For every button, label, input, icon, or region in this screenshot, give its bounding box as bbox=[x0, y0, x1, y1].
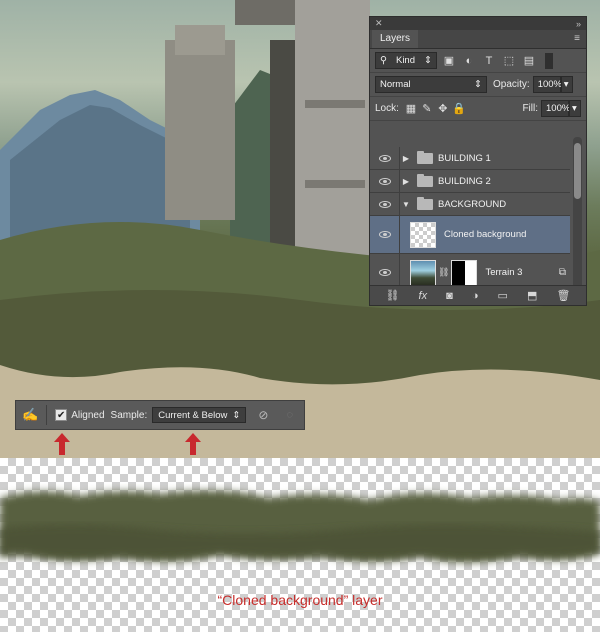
new-layer-icon[interactable]: ⬒ bbox=[527, 289, 537, 302]
tab-layers[interactable]: Layers bbox=[372, 30, 419, 48]
type-filter-icon[interactable]: T bbox=[481, 53, 497, 69]
aligned-label: Aligned bbox=[71, 409, 105, 421]
adjustment-filter-icon[interactable]: ◐ bbox=[461, 53, 477, 69]
search-icon: ⚲ bbox=[380, 55, 387, 66]
panel-footer: ⛓ fx ◙ ◑ ▭ ⬒ 🗑 bbox=[370, 285, 586, 305]
eye-icon bbox=[378, 231, 391, 238]
layer-name: BUILDING 2 bbox=[438, 175, 491, 187]
blend-mode-select[interactable]: Normal ⇕ bbox=[375, 76, 487, 93]
filter-row: ⚲ Kind ⇕ ▣ ◐ T ⬚ ▤ bbox=[370, 49, 586, 73]
layers-list: ▶ BUILDING 1 ▶ BUILDING 2 ▼ BACKGROUND C… bbox=[370, 147, 570, 294]
visibility-toggle[interactable] bbox=[370, 147, 400, 169]
layer-thumbnail bbox=[410, 259, 436, 286]
fill-label: Fill: bbox=[522, 103, 538, 114]
expand-icon[interactable]: ▶ bbox=[400, 177, 412, 186]
eye-icon bbox=[378, 154, 391, 162]
adjustment-layer-icon[interactable]: ◑ bbox=[472, 290, 479, 302]
ignore-adjustment-icon[interactable]: ⊘ bbox=[258, 408, 268, 422]
expand-icon[interactable]: ▶ bbox=[400, 154, 412, 163]
visibility-toggle[interactable] bbox=[370, 170, 400, 192]
blend-mode-value: Normal bbox=[380, 79, 411, 90]
trash-icon[interactable]: 🗑 bbox=[556, 289, 570, 302]
divider bbox=[46, 405, 48, 425]
add-mask-icon[interactable]: ◙ bbox=[446, 290, 453, 302]
opacity-input[interactable]: 100% bbox=[532, 76, 562, 93]
scrollbar-thumb[interactable] bbox=[574, 143, 581, 199]
aligned-checkbox[interactable]: ✔ bbox=[55, 409, 68, 421]
fill-dropdown-icon[interactable]: ▾ bbox=[569, 100, 581, 117]
lock-position-icon[interactable]: ✥ bbox=[435, 101, 451, 117]
stepper-icon: ⇕ bbox=[232, 409, 241, 421]
sample-select[interactable]: Current & Below ⇕ bbox=[152, 407, 247, 423]
folder-icon bbox=[417, 173, 433, 187]
eye-icon bbox=[378, 269, 391, 276]
sample-value: Current & Below bbox=[158, 409, 228, 421]
filter-toggle[interactable] bbox=[545, 52, 553, 69]
collapse-icon[interactable]: » bbox=[576, 19, 581, 29]
fill-input[interactable]: 100% bbox=[541, 100, 570, 117]
annotation-arrow-aligned bbox=[54, 433, 70, 455]
lock-image-icon[interactable]: ✎ bbox=[419, 101, 435, 117]
blend-row: Normal ⇕ Opacity: 100% ▾ bbox=[370, 73, 586, 97]
visibility-toggle[interactable] bbox=[370, 193, 400, 215]
eye-icon bbox=[378, 177, 391, 185]
layer-name: Terrain 3 bbox=[485, 267, 523, 278]
layer-name: Cloned background bbox=[444, 229, 527, 240]
smart-object-icon: ⧉ bbox=[558, 267, 566, 278]
image-filter-icon[interactable]: ▣ bbox=[441, 53, 457, 69]
layer-row-building-2[interactable]: ▶ BUILDING 2 bbox=[370, 170, 570, 193]
eye-icon bbox=[378, 200, 391, 208]
filter-kind-select[interactable]: ⚲ Kind ⇕ bbox=[375, 52, 437, 69]
lock-transparent-icon[interactable]: ▦ bbox=[403, 101, 419, 117]
layer-row-building-1[interactable]: ▶ BUILDING 1 bbox=[370, 147, 570, 170]
fx-icon[interactable]: fx bbox=[419, 290, 428, 302]
lock-label: Lock: bbox=[375, 103, 399, 114]
folder-open-icon bbox=[417, 196, 433, 210]
layer-name: BUILDING 1 bbox=[438, 152, 491, 164]
lock-row: Lock: ▦ ✎ ✥ 🔒 Fill: 100% ▾ bbox=[370, 97, 586, 121]
panel-titlebar: ✕ » bbox=[370, 17, 586, 30]
folder-icon bbox=[417, 150, 433, 164]
annotation-caption: “Cloned background” layer bbox=[217, 592, 383, 608]
new-group-icon[interactable]: ▭ bbox=[498, 289, 508, 302]
collapse-icon[interactable]: ▼ bbox=[400, 200, 412, 209]
mask-thumbnail[interactable] bbox=[451, 259, 478, 286]
clone-stamp-options-bar: ✍ ✔ Aligned Sample: Current & Below ⇕ ⊘ … bbox=[15, 400, 305, 430]
visibility-toggle[interactable] bbox=[370, 216, 400, 253]
smart-object-filter-icon[interactable]: ▤ bbox=[521, 53, 537, 69]
sample-label: Sample: bbox=[110, 409, 148, 421]
close-icon[interactable]: ✕ bbox=[375, 18, 383, 29]
link-layers-icon[interactable]: ⛓ bbox=[386, 289, 400, 302]
layer-row-cloned-background[interactable]: Cloned background bbox=[370, 216, 570, 254]
filter-kind-value: Kind bbox=[395, 55, 415, 66]
panel-menu-icon[interactable]: ≡ bbox=[568, 33, 586, 48]
clone-source-icon[interactable]: ✍ bbox=[22, 407, 38, 423]
lock-all-icon[interactable]: 🔒 bbox=[451, 101, 467, 117]
layer-row-background[interactable]: ▼ BACKGROUND bbox=[370, 193, 570, 216]
stepper-icon: ⇕ bbox=[474, 79, 482, 90]
layers-panel: ✕ » Layers ≡ ⚲ Kind ⇕ ▣ ◐ T ⬚ ▤ Normal ⇕… bbox=[369, 16, 587, 306]
layer-thumbnail bbox=[410, 221, 436, 248]
link-icon[interactable]: ⛓ bbox=[438, 267, 449, 278]
annotation-arrow-sample bbox=[185, 433, 201, 455]
opacity-label: Opacity: bbox=[493, 79, 530, 90]
stepper-icon: ⇕ bbox=[424, 55, 432, 66]
opacity-dropdown-icon[interactable]: ▾ bbox=[560, 76, 573, 93]
pressure-icon[interactable]: ◌ bbox=[286, 409, 293, 421]
layer-name: BACKGROUND bbox=[438, 198, 507, 210]
shape-filter-icon[interactable]: ⬚ bbox=[501, 53, 517, 69]
layers-scrollbar[interactable] bbox=[573, 137, 582, 297]
panel-tabbar: Layers ≡ bbox=[370, 30, 586, 49]
